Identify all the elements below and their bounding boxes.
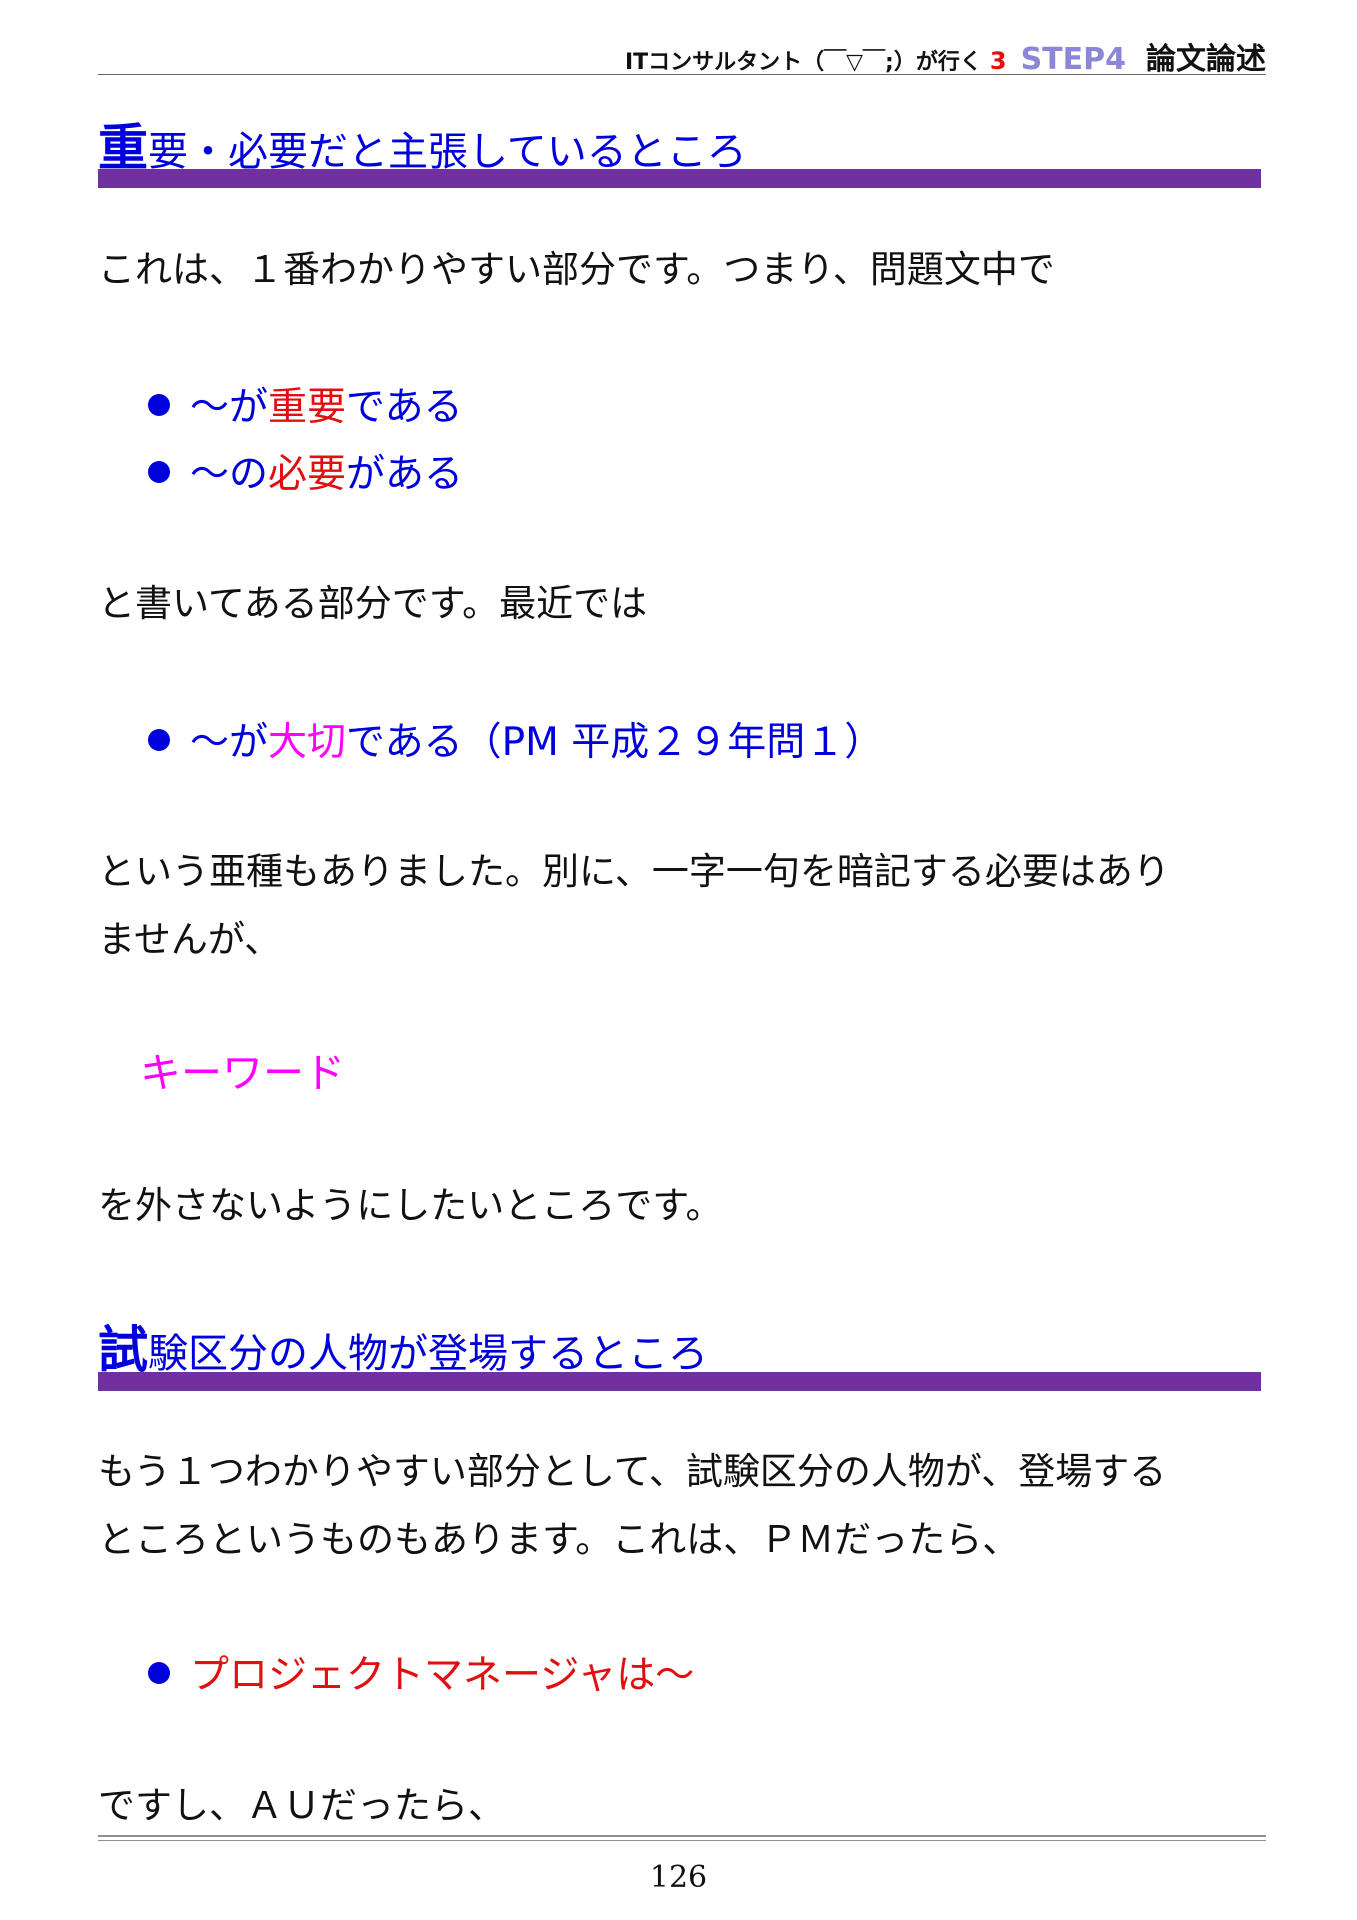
bullet-text: プロジェクトマネージャは～: [190, 1653, 695, 1698]
paragraph: という亜種もありました。別に、一字一句を暗記する必要はあり ませんが、: [98, 838, 1268, 974]
bullet-text: ～が: [190, 720, 269, 765]
header-rule: [98, 74, 1266, 75]
keyword-callout: キーワード: [140, 1049, 345, 1097]
bullet-emphasis: 大切: [268, 720, 347, 765]
bullet-text: ～が: [190, 385, 269, 430]
bullet-item: ～が重要である: [148, 376, 463, 432]
bullet-dot-icon: [148, 1662, 170, 1684]
footer-rule: [98, 1840, 1266, 1841]
paragraph-line: ところというものもあります。これは、ＰＭだったら、: [98, 1518, 1020, 1561]
section-title-bar: [98, 169, 1261, 188]
header-volume: 3: [989, 47, 1007, 75]
bullet-dot-icon: [148, 461, 170, 483]
paragraph-line: もう１つわかりやすい部分として、試験区分の人物が、登場する: [98, 1450, 1167, 1493]
paragraph: ですし、ＡＵだったら、: [98, 1784, 505, 1827]
bullet-text: ～の: [190, 452, 269, 497]
page-header: ITコンサルタント（￣▽￣;）が行く 3 STEP4 論文論述: [98, 30, 1266, 78]
header-step: STEP4: [1020, 42, 1126, 77]
bullet-emphasis: 必要: [268, 452, 347, 497]
header-chapter: 論文論述: [1146, 42, 1266, 77]
bullet-item: ～が大切である（PM 平成２９年問１）: [148, 711, 883, 767]
paragraph-line: ませんが、: [98, 918, 282, 961]
paragraph: これは、１番わかりやすい部分です。つまり、問題文中で: [98, 248, 1055, 291]
header-book-title: ITコンサルタント（￣▽￣;）が行く: [624, 50, 982, 75]
section-title-initial: 試: [98, 1321, 148, 1379]
bullet-emphasis: 重要: [268, 385, 347, 430]
footer-rule: [98, 1835, 1266, 1837]
bullet-text: がある: [346, 452, 464, 497]
paragraph-line: という亜種もありました。別に、一字一句を暗記する必要はあり: [98, 850, 1170, 893]
section-title-text: 験区分の人物が登場するところ: [148, 1331, 708, 1377]
bullet-item: ～の必要がある: [148, 443, 463, 499]
bullet-dot-icon: [148, 394, 170, 416]
header-text: ITコンサルタント（￣▽￣;）が行く 3 STEP4 論文論述: [625, 34, 1266, 78]
section-title-bar: [98, 1372, 1261, 1391]
page-number: 126: [649, 1860, 708, 1895]
bullet-item: プロジェクトマネージャは～: [148, 1644, 694, 1700]
paragraph: を外さないようにしたいところです。: [98, 1184, 723, 1227]
bullet-text: である: [346, 385, 463, 430]
paragraph: もう１つわかりやすい部分として、試験区分の人物が、登場する ところというものもあ…: [98, 1438, 1268, 1574]
paragraph: と書いてある部分です。最近では: [98, 582, 648, 625]
bullet-text: である（PM 平成２９年問１）: [346, 720, 884, 765]
bullet-dot-icon: [148, 729, 170, 751]
